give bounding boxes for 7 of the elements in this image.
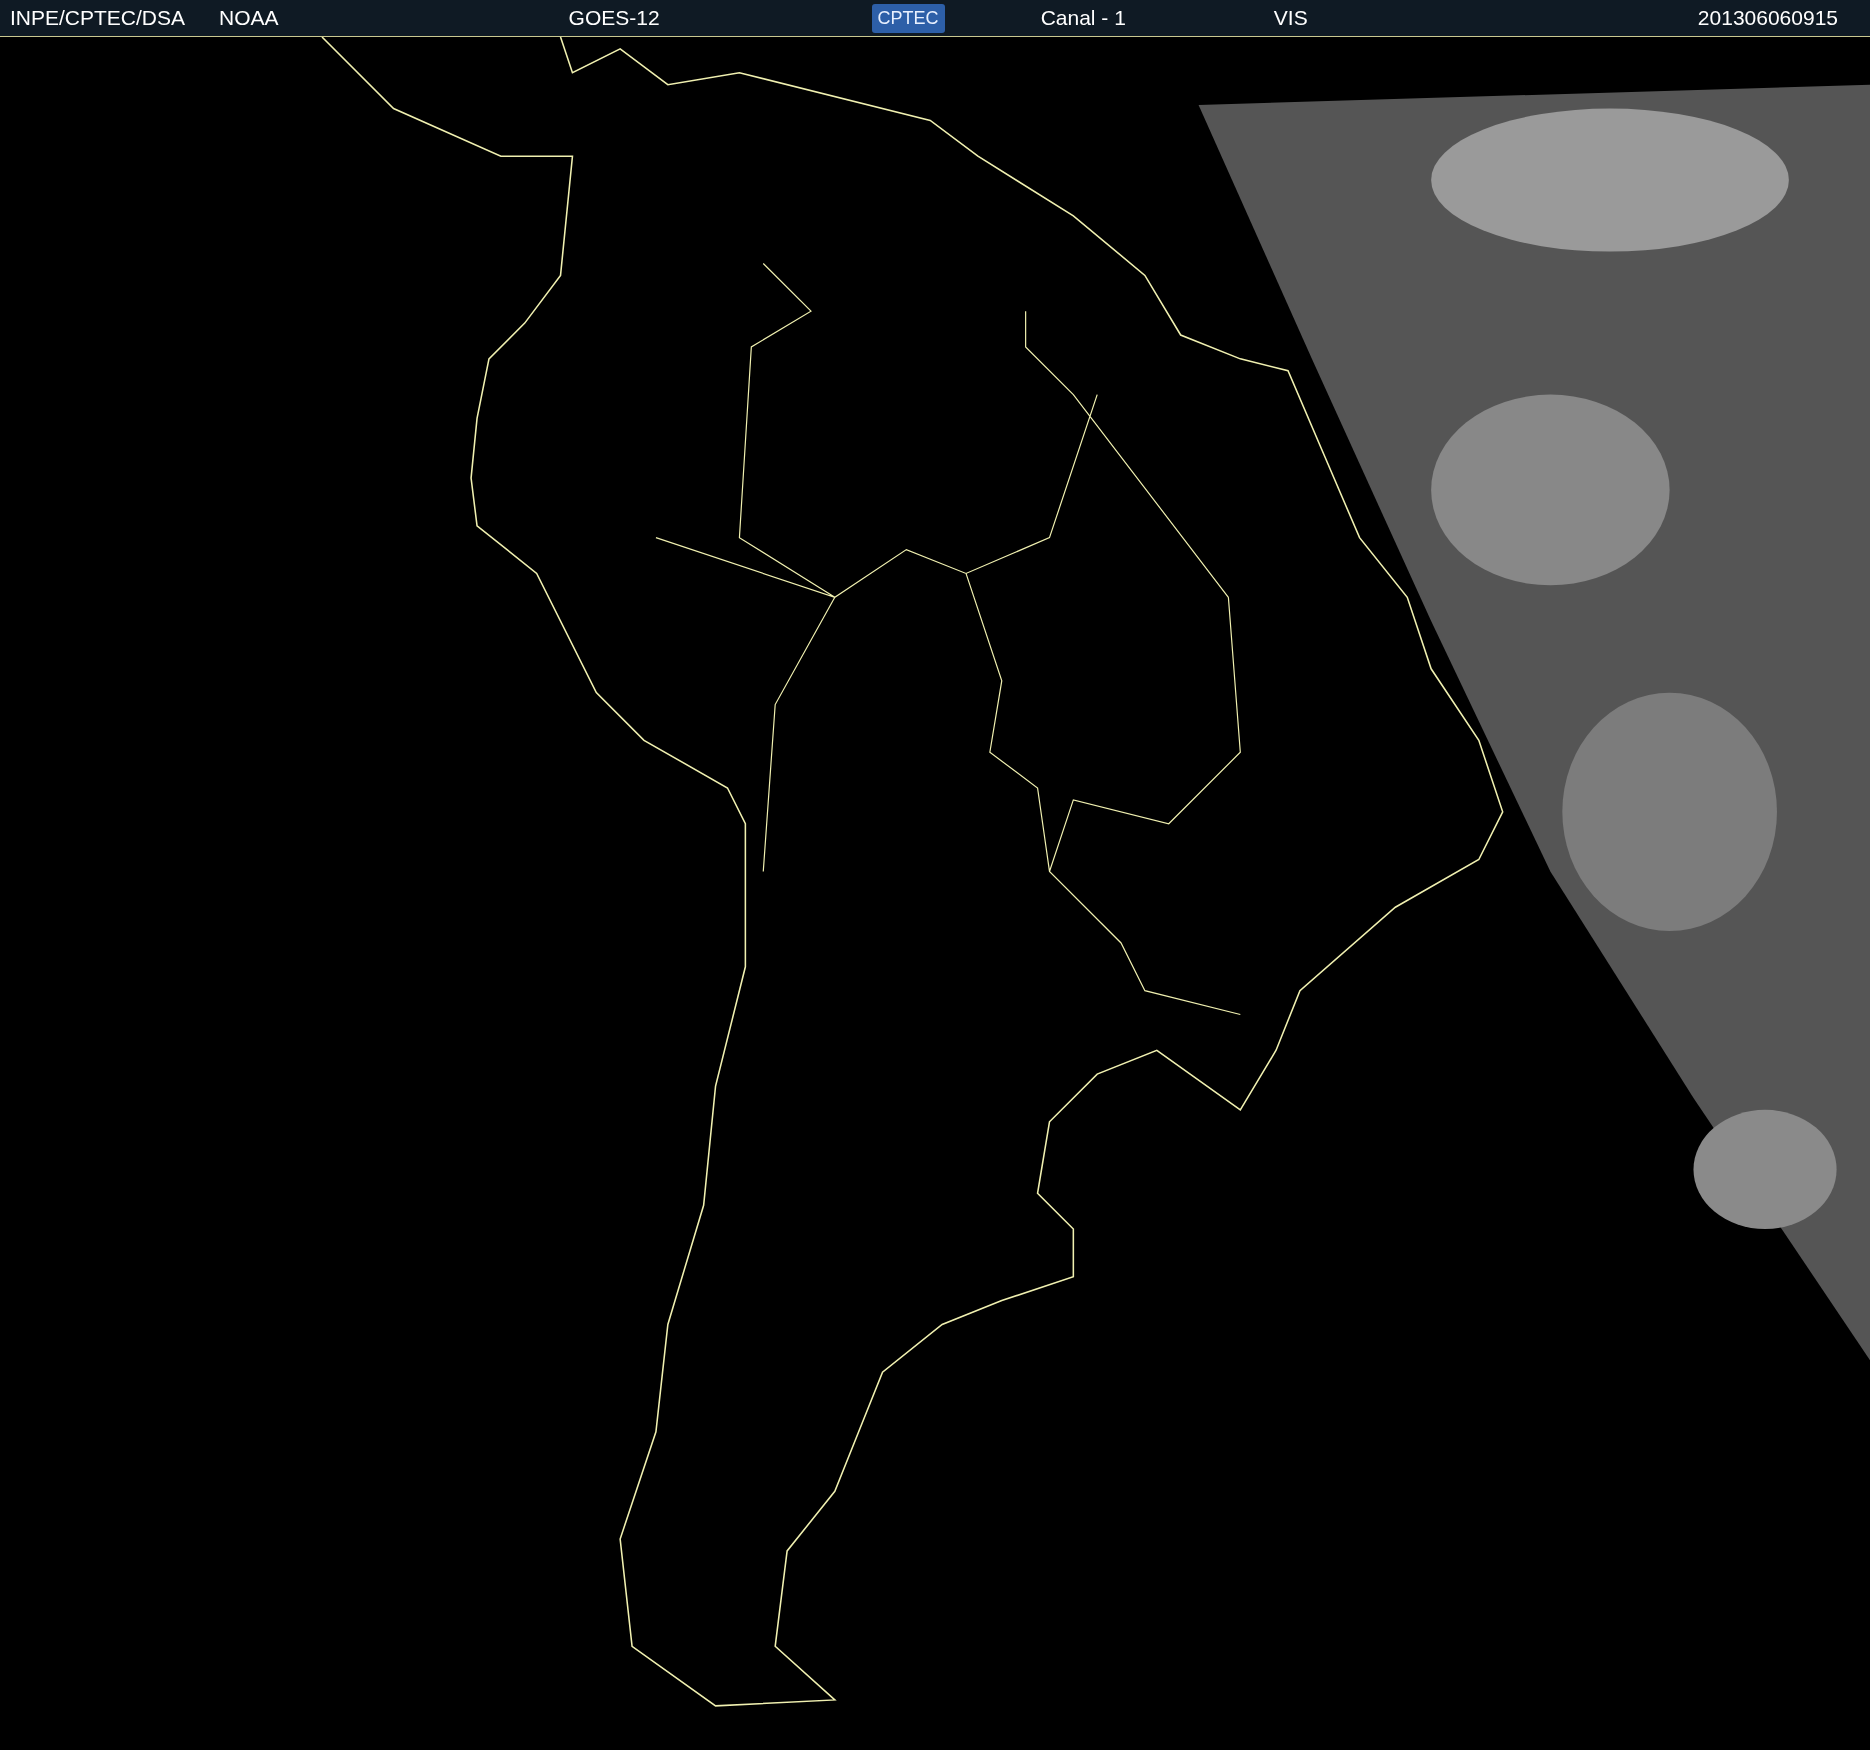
agency-label: NOAA [219, 6, 279, 30]
channel-label: Canal - 1 [1040, 6, 1126, 30]
satellite-label: GOES-12 [568, 6, 660, 30]
institution-label: INPE/CPTEC/DSA [10, 6, 186, 30]
logo: CPTEC [871, 3, 945, 33]
band-label: VIS [1273, 6, 1308, 30]
timestamp-label: 201306060915 [1697, 6, 1838, 30]
